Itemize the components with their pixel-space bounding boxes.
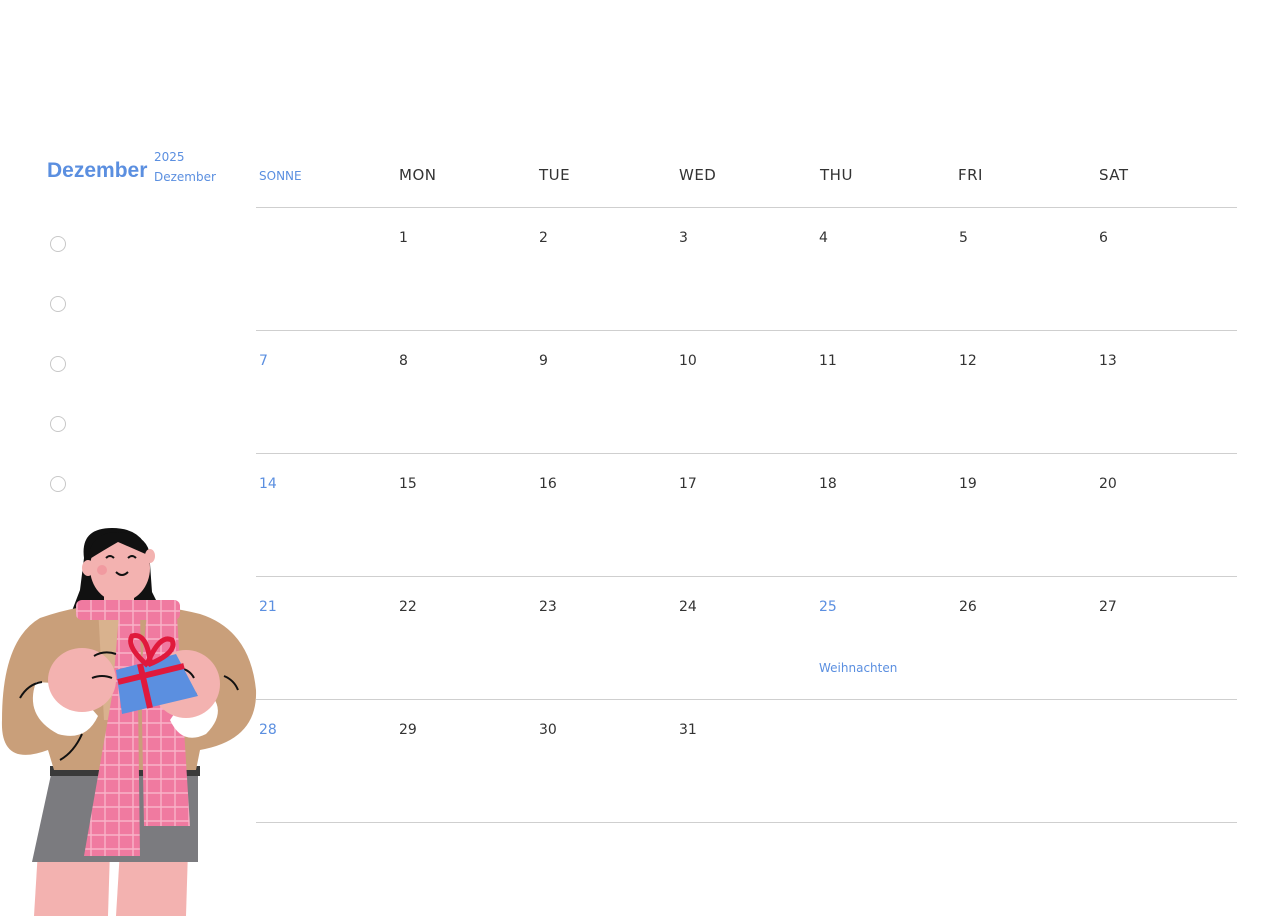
day-cell[interactable]: 26 [959,599,977,615]
day-cell[interactable]: 19 [959,476,977,492]
todo-checkbox[interactable] [50,296,66,312]
day-cell[interactable]: 24 [679,599,697,615]
day-cell[interactable]: 2 [539,230,548,246]
day-cell[interactable]: 17 [679,476,697,492]
day-cell[interactable]: 12 [959,353,977,369]
day-cell[interactable]: 15 [399,476,417,492]
todo-checkbox[interactable] [50,476,66,492]
week-row: 14 15 16 17 18 19 20 [256,454,1237,577]
calendar-grid: SONNE MON TUE WED THU FRI SAT 1 2 3 4 5 … [256,150,1237,823]
todo-checkbox[interactable] [50,416,66,432]
week-row: 28 29 30 31 [256,700,1237,823]
weekday-thu: THU [820,166,853,184]
day-cell[interactable]: 23 [539,599,557,615]
weekday-sat: SAT [1099,166,1129,184]
week-row: 1 2 3 4 5 6 [256,208,1237,331]
day-cell[interactable]: 8 [399,353,408,369]
day-cell[interactable]: 30 [539,722,557,738]
day-cell[interactable]: 9 [539,353,548,369]
day-cell[interactable]: 28 [259,722,277,738]
month-year: 2025 [154,150,185,164]
week-row: 21 22 23 24 25 Weihnachten 26 27 [256,577,1237,700]
day-cell[interactable]: 14 [259,476,277,492]
holiday-label: Weihnachten [819,661,898,675]
day-cell[interactable]: 7 [259,353,268,369]
month-subtitle: Dezember [154,170,216,184]
weekday-sun: SONNE [259,169,302,183]
week-row: 7 8 9 10 11 12 13 [256,331,1237,454]
day-cell[interactable]: 31 [679,722,697,738]
day-cell[interactable]: 11 [819,353,837,369]
day-cell[interactable]: 1 [399,230,408,246]
weekday-tue: TUE [539,166,571,184]
weekday-wed: WED [679,166,717,184]
todo-checkbox[interactable] [50,356,66,372]
weekday-header: SONNE MON TUE WED THU FRI SAT [256,150,1237,208]
day-cell[interactable]: 16 [539,476,557,492]
day-cell[interactable]: 4 [819,230,828,246]
day-cell-holiday[interactable]: 25 [819,599,837,615]
day-cell[interactable]: 6 [1099,230,1108,246]
woman-holding-gift-illustration [1,528,257,916]
calendar-page: Dezember 2025 Dezember SONNE MON TUE WED… [0,0,1280,916]
todo-checkbox[interactable] [50,236,66,252]
day-cell[interactable]: 18 [819,476,837,492]
day-cell[interactable]: 10 [679,353,697,369]
day-cell[interactable]: 13 [1099,353,1117,369]
weekday-mon: MON [399,166,437,184]
day-cell[interactable]: 29 [399,722,417,738]
weekday-fri: FRI [958,166,983,184]
day-cell[interactable]: 27 [1099,599,1117,615]
day-cell[interactable]: 5 [959,230,968,246]
day-cell[interactable]: 21 [259,599,277,615]
month-title: Dezember [47,159,148,182]
day-cell[interactable]: 3 [679,230,688,246]
day-cell[interactable]: 22 [399,599,417,615]
day-cell[interactable]: 20 [1099,476,1117,492]
